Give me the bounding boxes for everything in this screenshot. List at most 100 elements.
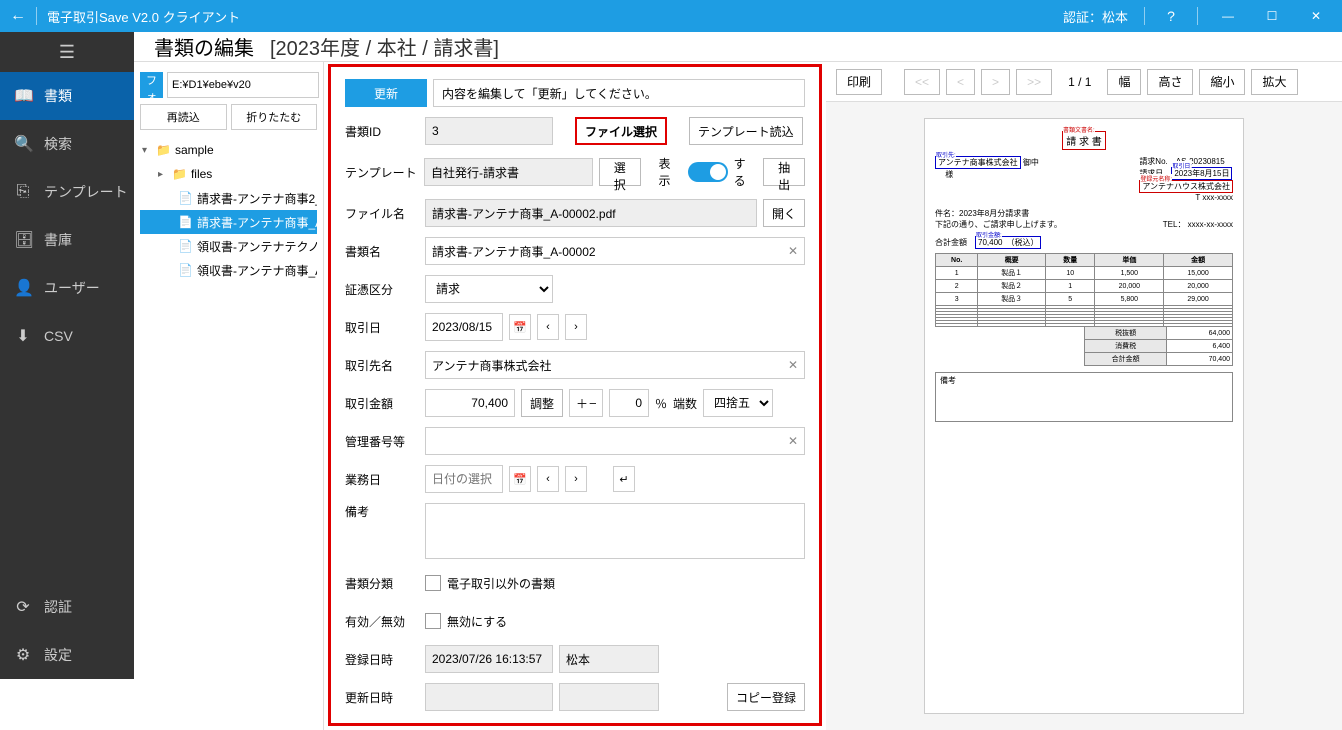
round-select[interactable]: 四捨五入 — [703, 389, 773, 417]
label-amount: 取引金額 — [345, 395, 419, 412]
created-by-input — [559, 645, 659, 673]
date-prev-button[interactable]: ‹ — [537, 314, 559, 340]
doc-partner: アンテナ商事株式会社 — [935, 156, 1021, 169]
file-item[interactable]: 📄請求書-アンテナ商事_A... — [140, 210, 317, 234]
template-icon: ⎘ — [14, 183, 32, 201]
page-last-button[interactable]: >> — [1016, 69, 1052, 95]
nav-label: CSV — [44, 328, 73, 344]
label-filename: ファイル名 — [345, 205, 419, 222]
print-button[interactable]: 印刷 — [836, 69, 882, 95]
fit-width-button[interactable]: 幅 — [1107, 69, 1141, 95]
doc-issuer: アンテナハウス株式会社 — [1139, 180, 1233, 193]
page-prev-button[interactable]: < — [946, 69, 975, 95]
label-partner: 取引先名 — [345, 357, 419, 374]
file-item[interactable]: 📄領収書-アンテナ商事_A... — [140, 258, 317, 282]
nav-template[interactable]: ⎘ テンプレート — [0, 168, 134, 216]
template-load-button[interactable]: テンプレート読込 — [689, 117, 803, 145]
search-icon: 🔍 — [14, 134, 32, 154]
display-do: する — [734, 155, 758, 189]
notes-input[interactable] — [425, 503, 805, 559]
page-next-button[interactable]: > — [981, 69, 1010, 95]
mgmtno-input[interactable] — [425, 427, 805, 455]
doc-thanks: 下記の通り、ご請求申し上げます。 — [935, 219, 1062, 230]
nav-label: テンプレート — [44, 182, 128, 202]
adjust-button[interactable]: 調整 — [521, 389, 563, 417]
file-select-button[interactable]: ファイル選択 — [575, 117, 667, 145]
zoom-in-button[interactable]: 拡大 — [1251, 69, 1297, 95]
nav-label: 検索 — [44, 134, 72, 154]
preview-toolbar: 印刷 << < > >> 1 / 1 幅 高さ 縮小 拡大 — [826, 62, 1342, 102]
percent-label: ％ — [655, 395, 667, 412]
docname-input[interactable]: 請求書-アンテナ商事_A-00002 — [425, 237, 805, 265]
maximize-button[interactable]: ☐ — [1250, 9, 1294, 23]
doc-totals: 税抜額64,000消費税6,400合計金額70,400 — [1084, 326, 1233, 366]
archive-icon: 🗄 — [14, 230, 32, 250]
nav-csv[interactable]: ⬇ CSV — [0, 312, 134, 360]
display-label: 表示 — [659, 155, 683, 189]
date-next-button[interactable]: › — [565, 466, 587, 492]
date-next-button[interactable]: › — [565, 314, 587, 340]
updated-input — [425, 683, 553, 711]
calendar-icon[interactable]: 📅 — [509, 314, 531, 340]
fit-height-button[interactable]: 高さ — [1147, 69, 1193, 95]
zoom-out-button[interactable]: 縮小 — [1199, 69, 1245, 95]
folder-panel: フォルダ選択 再読込 折りたたむ ▾📁sample▸📁files📄請求書-アンテ… — [134, 62, 324, 730]
minimize-button[interactable]: — — [1206, 9, 1250, 23]
calendar-icon[interactable]: 📅 — [509, 466, 531, 492]
download-icon: ⬇ — [14, 326, 32, 346]
file-item[interactable]: 📄請求書-アンテナ商事2_... — [140, 186, 317, 210]
doc-to2: 様 — [945, 170, 953, 179]
preview-viewport[interactable]: 請 求 書 アンテナ商事株式会社 御中 xx 様 請求No. AS-202308… — [826, 102, 1342, 730]
nav-archive[interactable]: 🗄書庫 — [0, 216, 134, 264]
folder-item[interactable]: ▾📁sample — [140, 138, 317, 162]
txdate-input[interactable] — [425, 313, 503, 341]
update-button[interactable]: 更新 — [345, 79, 427, 107]
doc-total: 70,400 （税込） — [975, 236, 1041, 249]
nav-auth[interactable]: ⟳認証 — [0, 583, 134, 631]
help-icon[interactable]: ? — [1153, 8, 1189, 24]
evidence-select[interactable]: 請求 — [425, 275, 553, 303]
doc-to1: 御中 — [1023, 158, 1039, 167]
file-item[interactable]: 📄領収書-アンテナテクノロ... — [140, 234, 317, 258]
amount-input[interactable] — [425, 389, 515, 417]
page-header: 書類の編集 [2023年度 / 本社 / 請求書] — [134, 32, 1342, 61]
user-icon: 👤 — [14, 278, 32, 298]
back-button[interactable]: ← — [4, 7, 32, 25]
hamburger-icon[interactable]: ☰ — [0, 32, 134, 72]
collapse-button[interactable]: 折りたたむ — [231, 104, 318, 130]
label-template: テンプレート — [345, 164, 418, 181]
open-button[interactable]: 開く — [763, 199, 805, 227]
label-bizdate: 業務日 — [345, 471, 419, 488]
bizdate-input[interactable] — [425, 465, 503, 493]
reload-button[interactable]: 再読込 — [140, 104, 227, 130]
date-prev-button[interactable]: ‹ — [537, 466, 559, 492]
created-input — [425, 645, 553, 673]
nav-label: 設定 — [44, 645, 72, 665]
close-button[interactable]: ✕ — [1294, 9, 1338, 23]
nav-documents[interactable]: 📖書類 — [0, 72, 134, 120]
nav-users[interactable]: 👤ユーザー — [0, 264, 134, 312]
form-message: 内容を編集して「更新」してください。 — [433, 79, 805, 107]
display-toggle[interactable] — [688, 162, 727, 182]
enable-checkbox[interactable] — [425, 613, 441, 629]
adjust-value[interactable] — [609, 389, 649, 417]
partner-input[interactable]: アンテナ商事株式会社 — [425, 351, 805, 379]
classification-checkbox[interactable] — [425, 575, 441, 591]
book-icon: 📖 — [14, 86, 32, 106]
adjust-sign[interactable] — [569, 389, 603, 417]
template-select-button[interactable]: 選択 — [599, 158, 641, 186]
nav-search[interactable]: 🔍 検索 — [0, 120, 134, 168]
preview-panel: 印刷 << < > >> 1 / 1 幅 高さ 縮小 拡大 請 求 書 — [826, 62, 1342, 730]
page-first-button[interactable]: << — [904, 69, 940, 95]
round-label: 端数 — [673, 395, 697, 412]
extract-button[interactable]: 抽出 — [763, 158, 805, 186]
folder-path-input[interactable] — [167, 72, 319, 98]
page-indicator: 1 / 1 — [1058, 75, 1101, 89]
folder-item[interactable]: ▸📁files — [140, 162, 317, 186]
nav-settings[interactable]: ⚙設定 — [0, 631, 134, 679]
copy-register-button[interactable]: コピー登録 — [727, 683, 805, 711]
return-icon[interactable]: ↵ — [613, 466, 635, 492]
doc-date: 2023年8月15日 — [1171, 167, 1232, 180]
auth-user: 認証：松本 — [1063, 7, 1128, 26]
folder-select-button[interactable]: フォルダ選択 — [140, 72, 163, 98]
